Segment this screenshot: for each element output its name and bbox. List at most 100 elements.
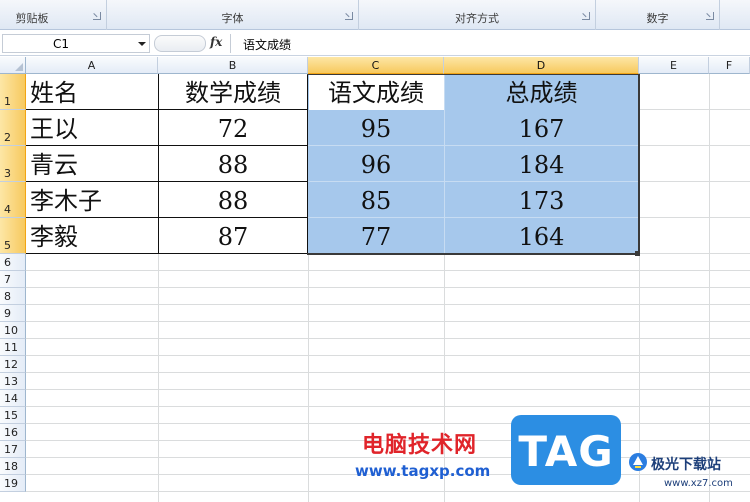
- table-border: [26, 217, 308, 218]
- alignment-launcher-icon[interactable]: [582, 12, 590, 20]
- gridline: [639, 145, 750, 146]
- number-group-label: 数字: [646, 12, 669, 25]
- cell-d1[interactable]: 总成绩: [444, 81, 639, 105]
- row-number: 3: [4, 167, 11, 180]
- row-header-4[interactable]: 4: [0, 182, 26, 218]
- gridline: [26, 406, 750, 407]
- gridline: [26, 321, 750, 322]
- column-header-f[interactable]: F: [709, 57, 750, 74]
- cell-b1[interactable]: 数学成绩: [158, 81, 308, 105]
- watermark-tag-text: TAG: [518, 427, 614, 476]
- cell-c3[interactable]: 96: [308, 153, 444, 177]
- column-header-b[interactable]: B: [158, 57, 308, 74]
- gridline: [639, 217, 750, 218]
- row-number: 7: [4, 273, 11, 286]
- row-header-10[interactable]: 10: [0, 322, 26, 339]
- font-launcher-icon[interactable]: [345, 12, 353, 20]
- row-header-1[interactable]: 1: [0, 74, 26, 110]
- name-box-value: C1: [53, 37, 70, 51]
- fill-handle[interactable]: [635, 251, 640, 256]
- gridline: [308, 145, 639, 146]
- row-number: 17: [4, 443, 18, 456]
- cell-d5[interactable]: 164: [444, 225, 639, 249]
- row-number: 11: [4, 341, 18, 354]
- row-header-13[interactable]: 13: [0, 373, 26, 390]
- gridline: [639, 109, 750, 110]
- gridline: [26, 304, 750, 305]
- row-header-15[interactable]: 15: [0, 407, 26, 424]
- row-header-17[interactable]: 17: [0, 441, 26, 458]
- clipboard-launcher-icon[interactable]: [93, 12, 101, 20]
- gridline: [26, 338, 750, 339]
- cell-a4[interactable]: 李木子: [26, 189, 158, 213]
- formula-input[interactable]: 语文成绩: [230, 34, 748, 53]
- cell-d3[interactable]: 184: [444, 153, 639, 177]
- number-launcher-icon[interactable]: [706, 12, 714, 20]
- cell-b2[interactable]: 72: [158, 117, 308, 141]
- cell-a3[interactable]: 青云: [26, 153, 158, 177]
- cell-a1[interactable]: 姓名: [26, 81, 158, 105]
- cell-c5[interactable]: 77: [308, 225, 444, 249]
- gridline: [26, 491, 750, 492]
- row-number: 19: [4, 477, 18, 490]
- cell-a5[interactable]: 李毅: [26, 225, 158, 249]
- gridline: [639, 271, 750, 272]
- row-header-7[interactable]: 7: [0, 271, 26, 288]
- row-header-16[interactable]: 16: [0, 424, 26, 441]
- row-header-14[interactable]: 14: [0, 390, 26, 407]
- gridline: [308, 217, 639, 218]
- select-all-corner[interactable]: [0, 57, 26, 74]
- alignment-group-label: 对齐方式: [455, 12, 499, 25]
- column-header-d[interactable]: D: [444, 57, 639, 74]
- cell-d2[interactable]: 167: [444, 117, 639, 141]
- gridline: [639, 253, 750, 254]
- cell-d4[interactable]: 173: [444, 189, 639, 213]
- row-header-6[interactable]: 6: [0, 254, 26, 271]
- site-logo-icon: [629, 453, 647, 471]
- row-number: 6: [4, 256, 11, 269]
- gridline: [26, 355, 750, 356]
- gridline: [26, 389, 750, 390]
- formula-text: 语文成绩: [243, 38, 292, 52]
- gridline: [26, 423, 750, 424]
- row-header-18[interactable]: 18: [0, 458, 26, 475]
- name-box[interactable]: C1: [2, 34, 150, 53]
- gridline: [709, 74, 710, 502]
- row-number: 16: [4, 426, 18, 439]
- cell-c4[interactable]: 85: [308, 189, 444, 213]
- ribbon-group-alignment: 对齐方式: [359, 0, 596, 30]
- row-header-8[interactable]: 8: [0, 288, 26, 305]
- cell-a2[interactable]: 王以: [26, 117, 158, 141]
- clipboard-group-label: 剪贴板: [15, 12, 49, 25]
- row-number: 8: [4, 290, 11, 303]
- ribbon-group-clipboard: 剪贴板: [0, 0, 107, 30]
- cell-b5[interactable]: 87: [158, 225, 308, 249]
- column-header-e[interactable]: E: [639, 57, 709, 74]
- row-header-3[interactable]: 3: [0, 146, 26, 182]
- row-number: 18: [4, 460, 18, 473]
- ribbon-group-font: 字体: [107, 0, 359, 30]
- cell-c2[interactable]: 95: [308, 117, 444, 141]
- column-header-a[interactable]: A: [26, 57, 158, 74]
- gridline: [26, 372, 750, 373]
- row-number: 4: [4, 203, 11, 216]
- column-header-c[interactable]: C: [308, 57, 444, 74]
- row-header-19[interactable]: 19: [0, 475, 26, 492]
- cell-b3[interactable]: 88: [158, 153, 308, 177]
- row-header-11[interactable]: 11: [0, 339, 26, 356]
- row-header-5[interactable]: 5: [0, 218, 26, 254]
- row-number: 10: [4, 324, 18, 337]
- ribbon-group-bar: 剪贴板 字体 对齐方式 数字: [0, 0, 750, 30]
- cell-c1[interactable]: 语文成绩: [308, 81, 444, 105]
- insert-function-icon[interactable]: fx: [210, 35, 222, 49]
- row-header-12[interactable]: 12: [0, 356, 26, 373]
- row-header-2[interactable]: 2: [0, 110, 26, 146]
- watermark-site-name: 极光下载站: [651, 457, 721, 473]
- formula-bar-splitter[interactable]: [154, 35, 206, 52]
- font-group-label: 字体: [221, 12, 244, 25]
- row-header-9[interactable]: 9: [0, 305, 26, 322]
- row-number: 12: [4, 358, 18, 371]
- row-number: 1: [4, 95, 11, 108]
- chevron-down-icon[interactable]: [138, 42, 146, 46]
- cell-b4[interactable]: 88: [158, 189, 308, 213]
